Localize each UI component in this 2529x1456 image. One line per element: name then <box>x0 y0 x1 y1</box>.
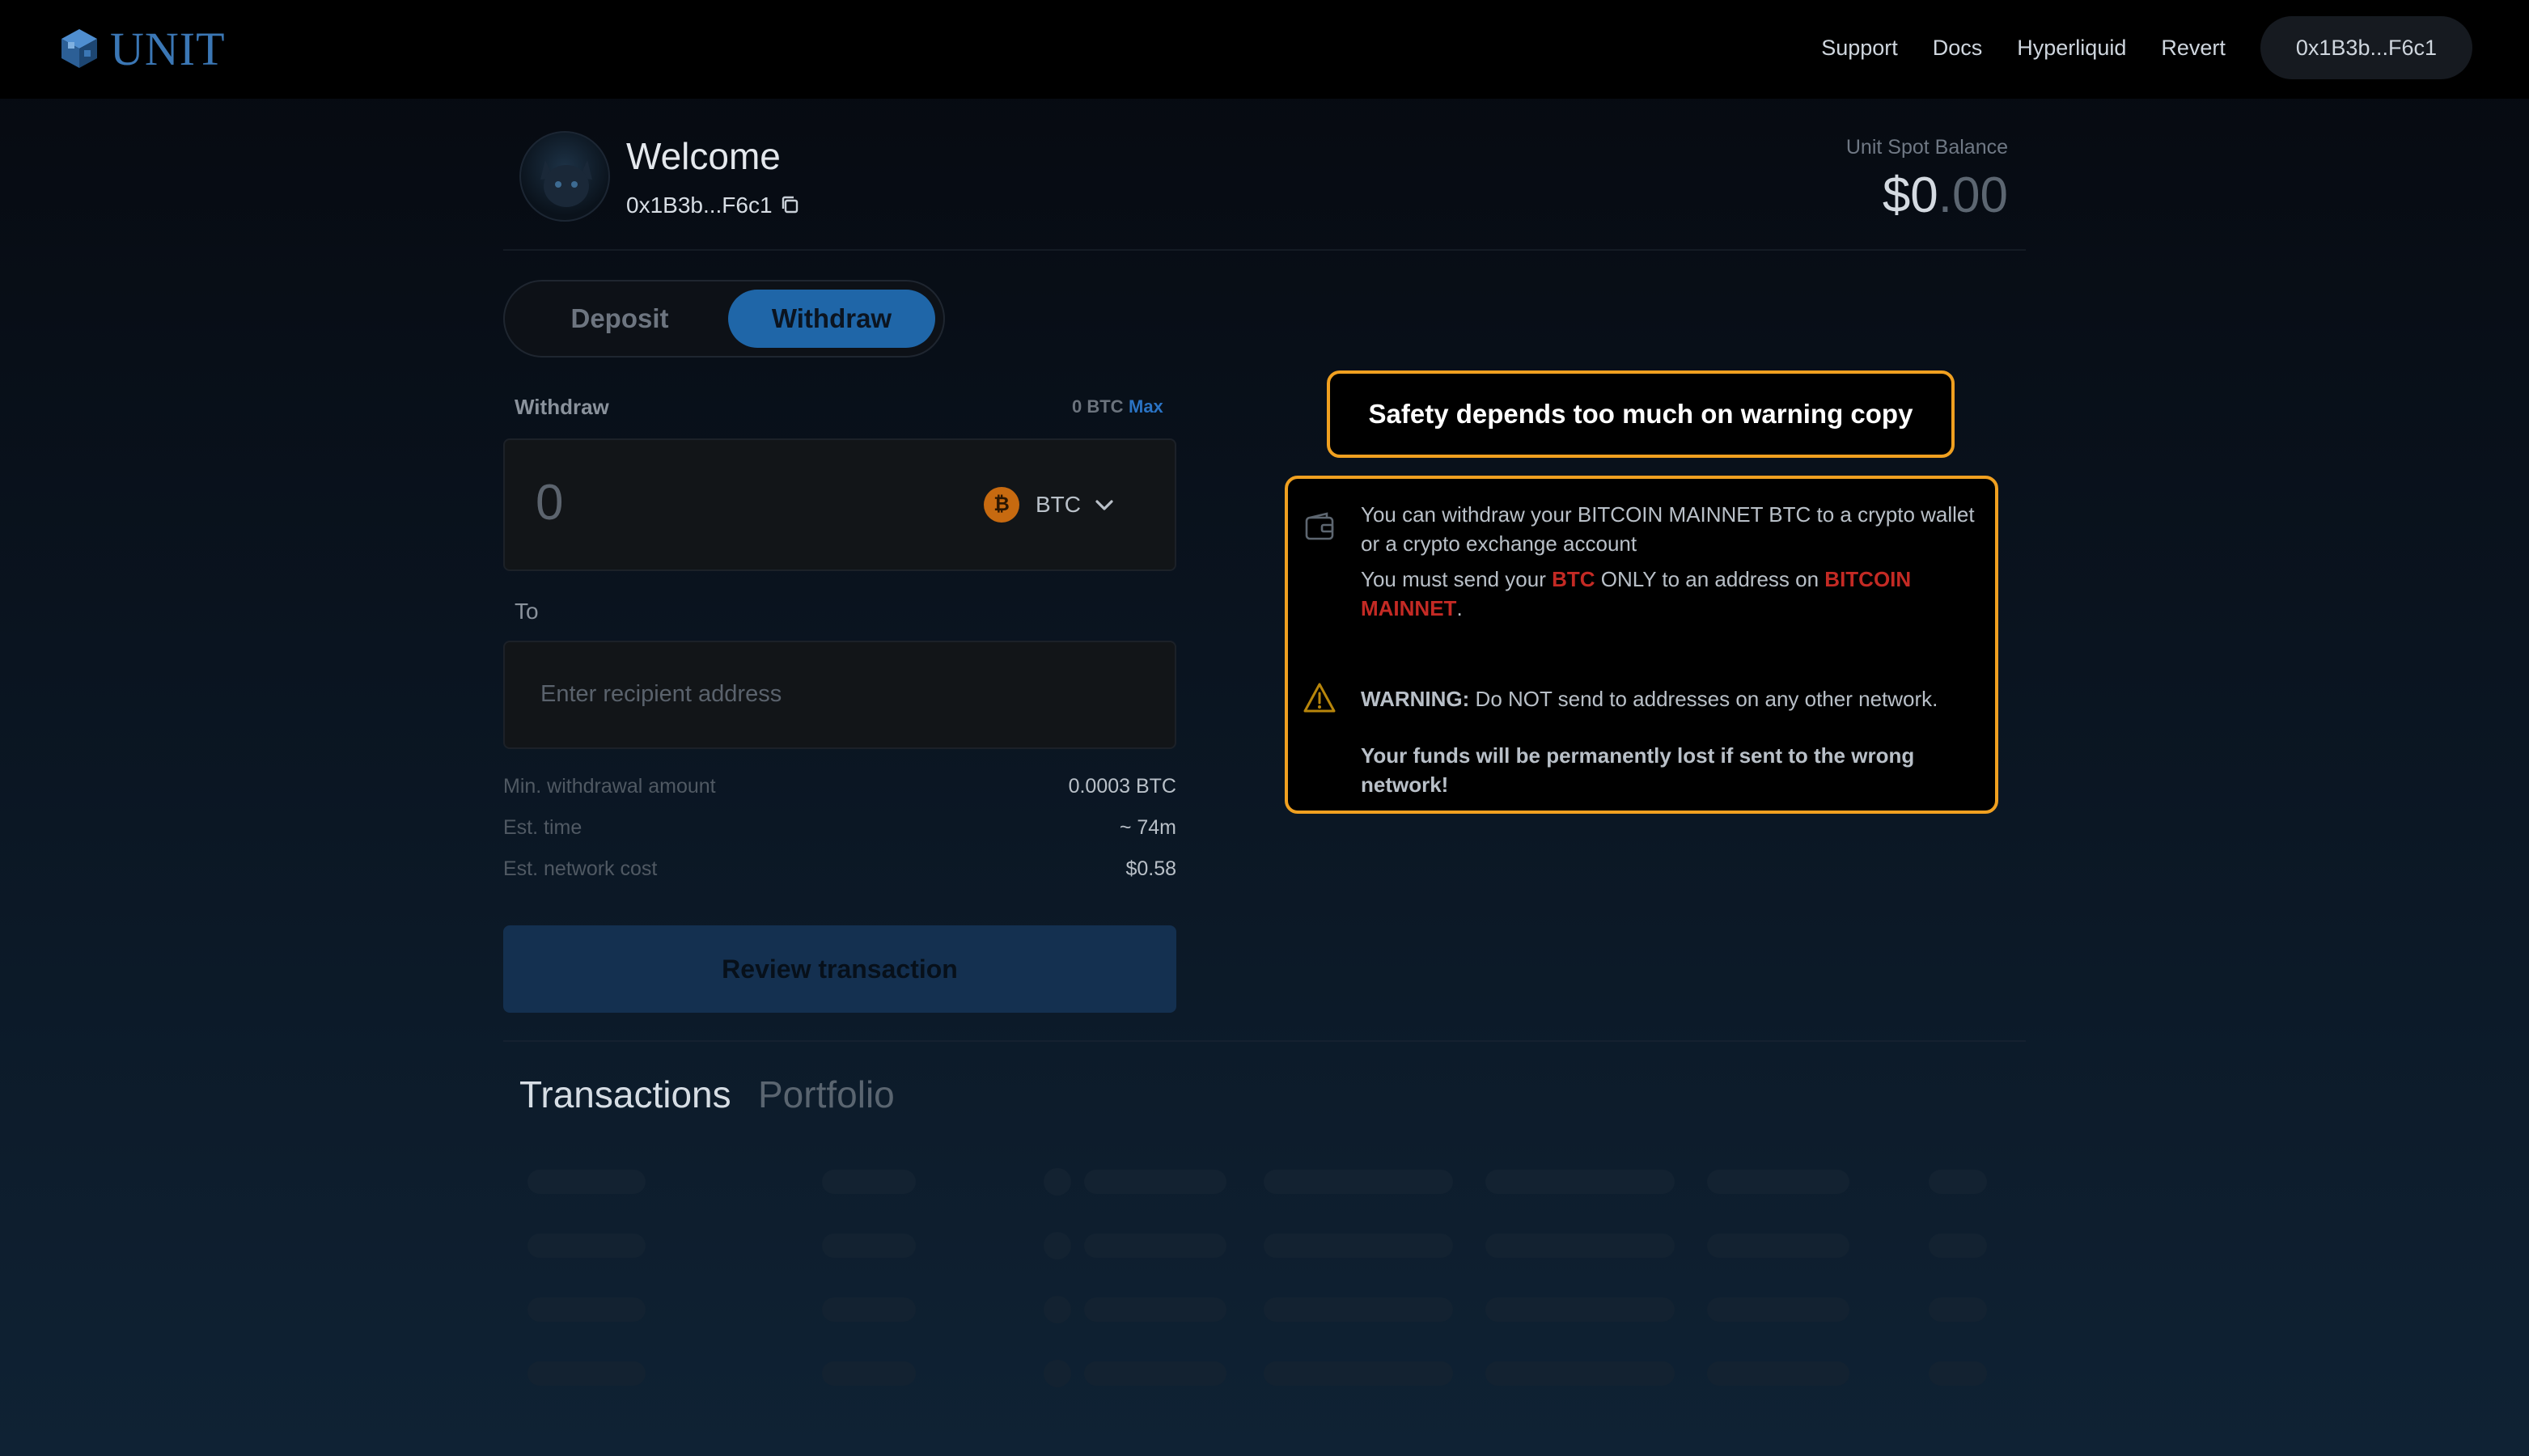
skeleton-cell <box>527 1297 646 1322</box>
top-nav: Support Docs Hyperliquid Revert 0x1B3b..… <box>1821 16 2472 79</box>
skeleton-cell <box>1707 1170 1849 1194</box>
warning-text: Do NOT send to addresses on any other ne… <box>1469 687 1938 711</box>
available-balance: 0 BTC <box>1072 396 1124 417</box>
network-warning-notice: You can withdraw your BITCOIN MAINNET BT… <box>1285 476 1998 814</box>
amount-input[interactable]: 0 <box>536 474 563 531</box>
info-value: $0.58 <box>1125 857 1176 880</box>
welcome-heading: Welcome <box>626 135 781 177</box>
review-transaction-button[interactable]: Review transaction <box>503 925 1176 1013</box>
unit-logo-icon <box>61 29 97 68</box>
skeleton-cell <box>1084 1170 1226 1194</box>
info-row-network-cost: Est. network cost $0.58 <box>503 857 1176 885</box>
withdraw-label: Withdraw <box>515 395 609 419</box>
skeleton-cell <box>822 1297 916 1322</box>
skeleton-cell <box>1929 1234 1987 1258</box>
skeleton-dot <box>1044 1296 1071 1323</box>
chevron-down-icon[interactable] <box>1092 493 1116 518</box>
balance-integer: $0 <box>1882 167 1938 223</box>
notice-line-network-requirement: You must send your BTC ONLY to an addres… <box>1361 565 1984 623</box>
wallet-address-button[interactable]: 0x1B3b...F6c1 <box>2260 16 2472 79</box>
skeleton-dot <box>1044 1232 1071 1259</box>
warning-triangle-icon <box>1303 683 1336 713</box>
header-divider <box>503 249 2026 251</box>
skeleton-dot <box>1044 1360 1071 1387</box>
warning-callout-annotation: Safety depends too much on warning copy <box>1327 370 1955 458</box>
balance-decimal: .00 <box>1938 167 2008 223</box>
top-bar: UNIT Support Docs Hyperliquid Revert 0x1… <box>0 0 2529 99</box>
notice-warning-line: WARNING: Do NOT send to addresses on any… <box>1361 684 1984 713</box>
notice-line-withdraw-info: You can withdraw your BITCOIN MAINNET BT… <box>1361 502 1975 556</box>
skeleton-cell <box>1264 1234 1453 1258</box>
address-row: 0x1B3b...F6c1 <box>626 193 802 218</box>
warning-label: WARNING: <box>1361 687 1470 711</box>
avatar-image <box>540 160 592 207</box>
skeleton-dot <box>1044 1168 1071 1196</box>
avatar <box>519 131 610 222</box>
notice-text: . <box>1456 596 1463 620</box>
skeleton-cell <box>1264 1297 1453 1322</box>
max-button[interactable]: Max <box>1129 396 1163 417</box>
skeleton-cell <box>1485 1234 1675 1258</box>
balance-value: $0.00 <box>1883 167 2008 224</box>
skeleton-cell <box>527 1234 646 1258</box>
wallet-address-text: 0x1B3b...F6c1 <box>626 193 773 218</box>
to-label: To <box>515 599 539 624</box>
info-row-min-withdrawal: Min. withdrawal amount 0.0003 BTC <box>503 775 1176 802</box>
skeleton-cell <box>1084 1297 1226 1322</box>
logo-text: UNIT <box>110 22 226 75</box>
tab-portfolio[interactable]: Portfolio <box>758 1073 895 1116</box>
logo[interactable]: UNIT <box>57 22 226 75</box>
wallet-icon <box>1305 512 1334 540</box>
info-key: Est. network cost <box>503 857 658 880</box>
tab-transactions[interactable]: Transactions <box>519 1073 731 1116</box>
balance-label: Unit Spot Balance <box>1845 136 2008 159</box>
notice-text: to an address on <box>1656 567 1825 591</box>
info-row-est-time: Est. time ~ 74m <box>503 816 1176 844</box>
skeleton-cell <box>1707 1234 1849 1258</box>
skeleton-cell <box>1264 1361 1453 1386</box>
skeleton-cell <box>1485 1170 1675 1194</box>
skeleton-cell <box>822 1361 916 1386</box>
skeleton-cell <box>1485 1361 1675 1386</box>
tab-deposit[interactable]: Deposit <box>516 290 723 348</box>
tab-withdraw[interactable]: Withdraw <box>728 290 935 348</box>
notice-loss-warning: Your funds will be permanently lost if s… <box>1361 743 1915 797</box>
app-root: UNIT Support Docs Hyperliquid Revert 0x1… <box>0 0 2529 1456</box>
info-key: Est. time <box>503 816 582 839</box>
skeleton-cell <box>1707 1361 1849 1386</box>
skeleton-cell <box>1084 1234 1226 1258</box>
nav-docs-link[interactable]: Docs <box>1933 36 1983 61</box>
info-key: Min. withdrawal amount <box>503 775 716 798</box>
notice-only-text: ONLY <box>1595 567 1657 591</box>
recipient-address-placeholder[interactable]: Enter recipient address <box>540 681 782 708</box>
deposit-withdraw-toggle: Deposit Withdraw <box>503 280 945 358</box>
nav-hyperliquid-link[interactable]: Hyperliquid <box>2017 36 2126 61</box>
nav-revert-link[interactable]: Revert <box>2161 36 2226 61</box>
notice-text: You must send your <box>1361 567 1553 591</box>
skeleton-cell <box>1264 1170 1453 1194</box>
skeleton-cell <box>1707 1297 1849 1322</box>
skeleton-cell <box>527 1361 646 1386</box>
skeleton-cell <box>1929 1170 1987 1194</box>
skeleton-cell <box>1084 1361 1226 1386</box>
skeleton-cell <box>1929 1361 1987 1386</box>
btc-icon: ₿ <box>984 487 1019 523</box>
recipient-address-field[interactable]: Enter recipient address <box>503 641 1176 749</box>
info-value: ~ 74m <box>1119 816 1176 839</box>
skeleton-cell <box>822 1170 916 1194</box>
nav-support-link[interactable]: Support <box>1821 36 1898 61</box>
skeleton-cell <box>1929 1297 1987 1322</box>
skeleton-cell <box>527 1170 646 1194</box>
section-divider <box>503 1040 2026 1042</box>
notice-btc-highlight: BTC <box>1552 567 1595 591</box>
amount-input-box[interactable]: 0 ₿ BTC <box>503 438 1176 571</box>
skeleton-cell <box>1485 1297 1675 1322</box>
copy-icon[interactable] <box>779 194 802 217</box>
info-value: 0.0003 BTC <box>1068 775 1176 798</box>
asset-selector-label[interactable]: BTC <box>1036 492 1081 518</box>
skeleton-cell <box>822 1234 916 1258</box>
